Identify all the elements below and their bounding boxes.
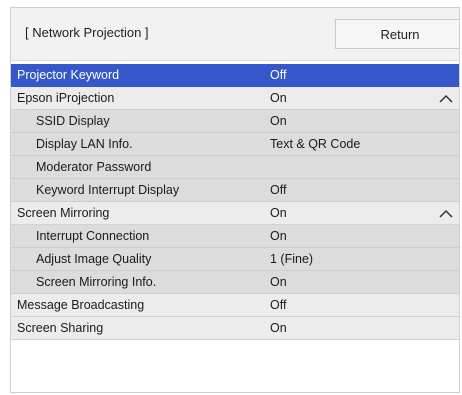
row-label: Interrupt Connection (36, 229, 150, 243)
row-value: On (270, 321, 287, 335)
menu-row-projector-keyword[interactable]: Projector Keyword Off (11, 64, 459, 87)
menu-row-ssid-display[interactable]: SSID Display On (11, 110, 459, 133)
row-label: Epson iProjection (17, 91, 115, 105)
row-value: On (270, 275, 287, 289)
row-value: On (270, 206, 287, 220)
menu-row-message-broadcasting[interactable]: Message Broadcasting Off (11, 294, 459, 317)
menu-row-moderator-password[interactable]: Moderator Password (11, 156, 459, 179)
chevron-up-icon[interactable] (439, 94, 453, 103)
menu-row-adjust-image-quality[interactable]: Adjust Image Quality 1 (Fine) (11, 248, 459, 271)
row-label: Projector Keyword (17, 68, 120, 82)
network-projection-panel: [ Network Projection ] Return Projector … (10, 7, 460, 393)
row-value: On (270, 91, 287, 105)
row-value: Text & QR Code (270, 137, 361, 151)
menu-row-epson-iprojection[interactable]: Epson iProjection On (11, 87, 459, 110)
menu-row-screen-mirroring-info[interactable]: Screen Mirroring Info. On (11, 271, 459, 294)
panel-header: [ Network Projection ] Return (11, 8, 459, 61)
menu-row-screen-mirroring[interactable]: Screen Mirroring On (11, 202, 459, 225)
row-value: 1 (Fine) (270, 252, 314, 266)
page-title: [ Network Projection ] (25, 25, 149, 40)
row-label: Screen Sharing (17, 321, 104, 335)
row-label: Moderator Password (36, 160, 152, 174)
row-label: SSID Display (36, 114, 110, 128)
row-label: Adjust Image Quality (36, 252, 152, 266)
row-label: Screen Mirroring Info. (36, 275, 157, 289)
row-label: Keyword Interrupt Display (36, 183, 180, 197)
settings-menu: Projector Keyword Off Epson iProjection … (11, 64, 459, 340)
row-value: Off (270, 298, 287, 312)
row-value: On (270, 114, 287, 128)
chevron-up-icon[interactable] (439, 209, 453, 218)
menu-row-display-lan-info[interactable]: Display LAN Info. Text & QR Code (11, 133, 459, 156)
menu-row-keyword-interrupt-display[interactable]: Keyword Interrupt Display Off (11, 179, 459, 202)
return-button[interactable]: Return (335, 19, 459, 49)
row-label: Screen Mirroring (17, 206, 110, 220)
row-value: On (270, 229, 287, 243)
menu-row-interrupt-connection[interactable]: Interrupt Connection On (11, 225, 459, 248)
menu-row-screen-sharing[interactable]: Screen Sharing On (11, 317, 459, 340)
row-value: Off (270, 68, 287, 82)
row-value: Off (270, 183, 287, 197)
row-label: Message Broadcasting (17, 298, 145, 312)
row-label: Display LAN Info. (36, 137, 133, 151)
